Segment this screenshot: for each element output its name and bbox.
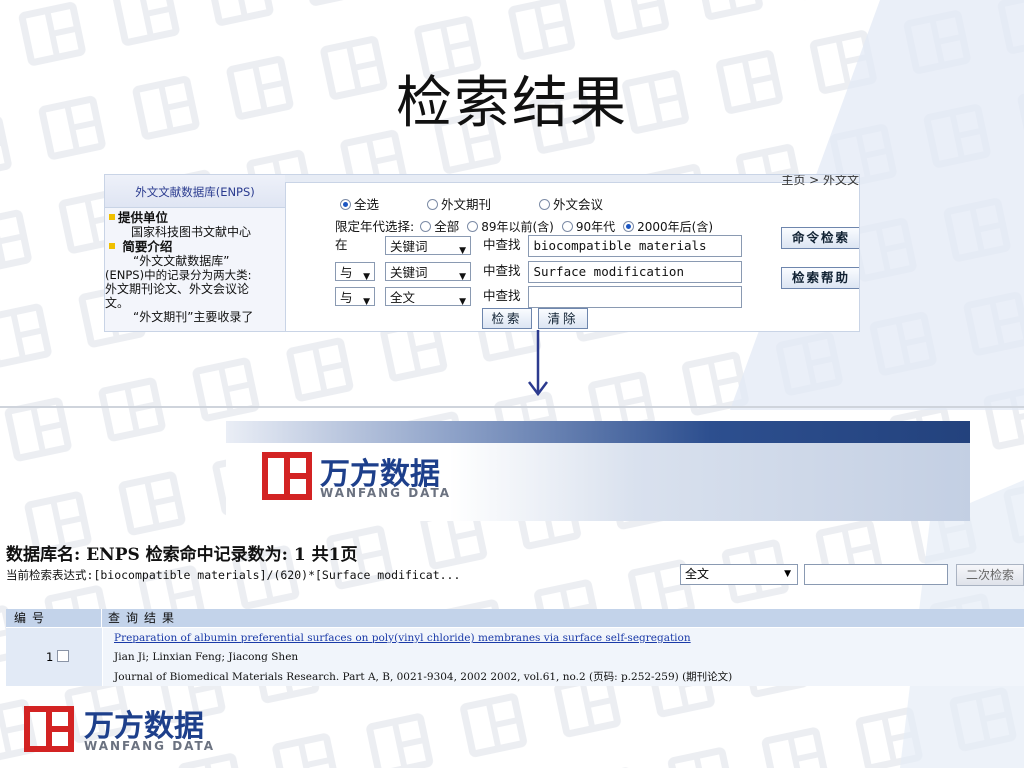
search-input[interactable]: Surface modification	[528, 260, 743, 283]
intro-line: “外文期刊”主要收录了	[133, 310, 254, 324]
radio-icon	[420, 221, 432, 232]
type-radio-group: 全选 外文期刊 外文会议	[340, 194, 603, 213]
provider-name: 国家科技图书文献中心	[131, 225, 252, 239]
sidebar-title: 外文文献数据库(ENPS)	[105, 175, 285, 208]
find-label: 中查找	[482, 237, 521, 252]
result-authors: Jian Ji; Linxian Feng; Jiacong Shen	[114, 651, 299, 663]
radio-foreign-journal[interactable]: 外文期刊	[427, 197, 491, 212]
intro-heading: 简要介绍	[122, 239, 173, 254]
logo-mark-icon	[262, 452, 312, 500]
radio-icon	[561, 221, 573, 232]
search-input[interactable]: biocompatible materials	[528, 234, 743, 257]
row-number-cell: 1	[6, 628, 103, 686]
row-operator-label: 在	[335, 237, 348, 252]
header-bar	[226, 421, 970, 443]
radio-icon	[623, 221, 635, 232]
operator-select[interactable]: 与 ▼	[335, 262, 375, 282]
year-label: 限定年代选择:	[335, 219, 415, 234]
intro-line: 外文期刊论文、外文会议论	[105, 282, 250, 296]
provider-heading: 提供单位	[118, 210, 169, 225]
dropdown-arrow-icon: ▼	[459, 246, 466, 256]
row-number: 1	[46, 650, 54, 664]
radio-year-before-89[interactable]: 89年以前(含)	[467, 220, 554, 234]
row-checkbox[interactable]	[57, 650, 70, 662]
secondary-search-input[interactable]	[804, 564, 948, 585]
intro-line: 文。	[105, 296, 130, 310]
field-select[interactable]: 关键词 ▼	[384, 262, 471, 282]
down-arrow-icon	[528, 330, 548, 397]
radio-icon	[539, 199, 550, 210]
dropdown-arrow-icon: ▼	[784, 569, 791, 579]
divider	[0, 406, 1024, 408]
search-button[interactable]: 检索	[482, 308, 532, 329]
search-row-1: 在 关键词 ▼ 中查找 biocompatible materials	[335, 234, 743, 257]
search-row-2: 与 ▼ 关键词 ▼ 中查找 Surface modification	[335, 260, 743, 283]
find-label: 中查找	[482, 263, 521, 278]
search-expression: 当前检索表达式:[biocompatible materials]/(620)*…	[6, 568, 461, 582]
intro-line: “外文文献数据库”	[133, 254, 230, 268]
radio-year-90s[interactable]: 90年代	[561, 220, 615, 234]
radio-icon	[467, 221, 479, 232]
search-form-screenshot: 外文文献数据库(ENPS) 提供单位 国家科技图书文献中心 简要介绍 “外文文献…	[104, 174, 860, 332]
top-strip	[285, 175, 859, 183]
radio-foreign-conference[interactable]: 外文会议	[539, 197, 603, 212]
search-sidebar: 外文文献数据库(ENPS) 提供单位 国家科技图书文献中心 简要介绍 “外文文献…	[105, 175, 286, 331]
radio-icon	[340, 199, 351, 210]
radio-year-all[interactable]: 全部	[420, 219, 459, 234]
radio-year-2000-later[interactable]: 2000年后(含)	[623, 220, 713, 234]
logo-mark-icon	[24, 706, 74, 752]
command-search-button[interactable]: 命令检索	[781, 227, 859, 249]
breadcrumb[interactable]: 主页 > 外文文	[781, 175, 859, 188]
result-title-link[interactable]: Preparation of albumin preferential surf…	[114, 632, 691, 644]
bullet-icon	[109, 214, 115, 220]
slide-title: 检索结果	[396, 71, 628, 136]
search-main: 主页 > 外文文 全选 外文期刊 外文会议 限定年代选择: 全部 89年以前(含…	[285, 175, 859, 331]
logo-subtext: WANFANG DATA	[320, 486, 452, 500]
results-heading: 数据库名: ENPS 检索命中记录数为: 1 共1页	[6, 545, 358, 565]
radio-all[interactable]: 全选	[340, 197, 379, 212]
clear-button[interactable]: 清除	[538, 308, 588, 329]
table-row: 1 Preparation of albumin preferential su…	[6, 627, 1024, 686]
column-header-number: 编号	[6, 609, 102, 627]
field-select[interactable]: 关键词 ▼	[384, 236, 471, 256]
year-radio-group: 限定年代选择: 全部 89年以前(含) 90年代 2000年后(含)	[335, 216, 713, 235]
find-label: 中查找	[482, 288, 521, 303]
column-header-results: 查询结果	[102, 609, 1024, 627]
intro-line: (ENPS)中的记录分为两大类:	[105, 268, 252, 282]
bullet-icon	[109, 243, 115, 249]
operator-select[interactable]: 与 ▼	[335, 287, 375, 307]
search-row-3: 与 ▼ 全文 ▼ 中查找	[335, 285, 743, 308]
secondary-field-select[interactable]: 全文 ▼	[680, 564, 798, 585]
secondary-search-button[interactable]: 二次检索	[956, 564, 1024, 586]
logo-subtext: WANFANG DATA	[84, 739, 216, 753]
radio-icon	[427, 199, 438, 210]
search-input[interactable]	[528, 285, 743, 308]
search-help-button[interactable]: 检索帮助	[781, 267, 859, 289]
dropdown-arrow-icon: ▼	[363, 297, 370, 307]
field-select[interactable]: 全文 ▼	[384, 287, 471, 307]
expression-value: [biocompatible materials]/(620)*[Surface…	[93, 568, 461, 582]
dropdown-arrow-icon: ▼	[459, 297, 466, 307]
result-source: Journal of Biomedical Materials Research…	[114, 671, 733, 683]
